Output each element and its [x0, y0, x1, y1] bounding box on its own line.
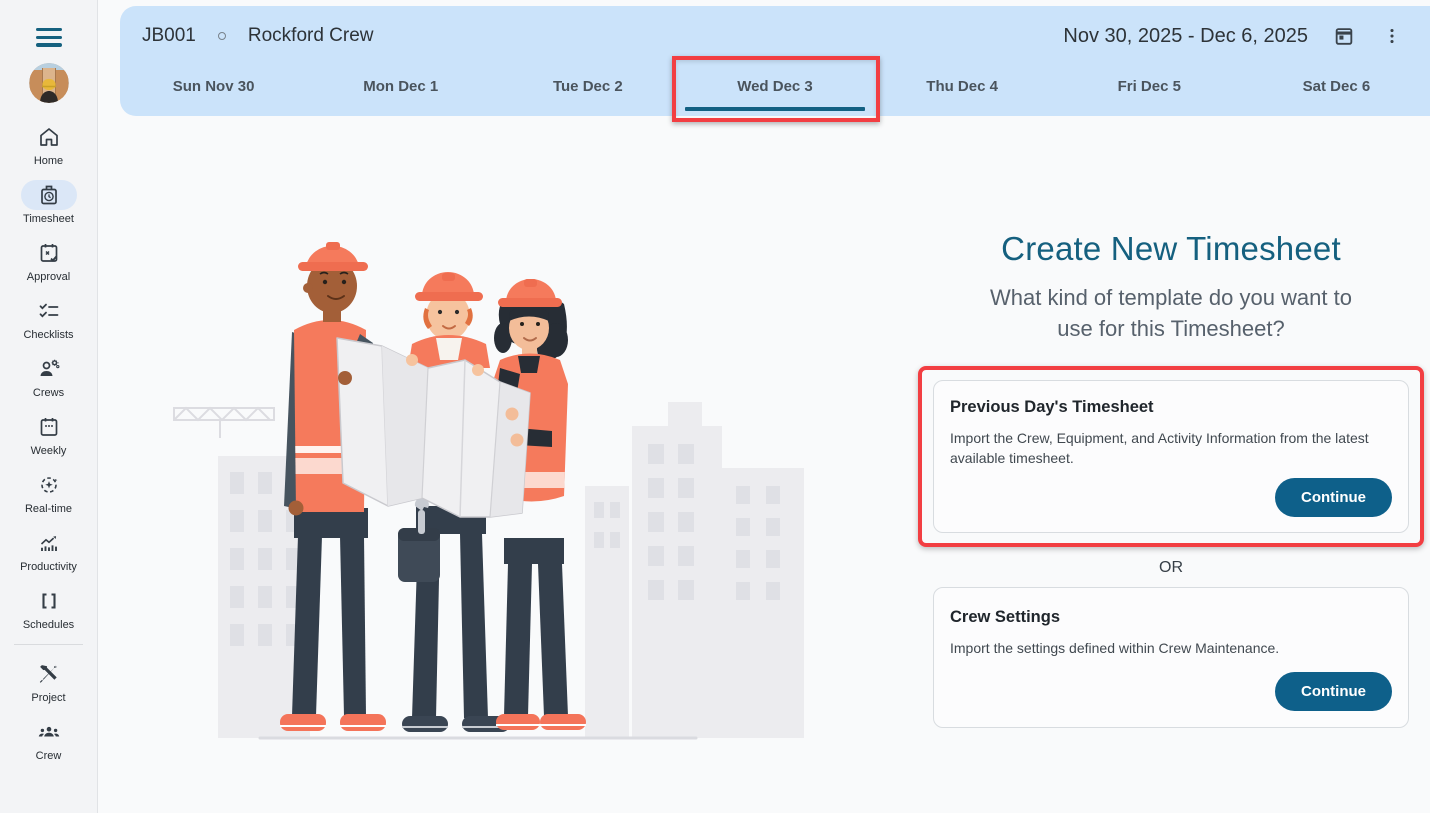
sidebar-item-realtime[interactable]: Real-time — [0, 463, 97, 521]
brackets-icon — [41, 592, 56, 609]
continue-button-crew-settings[interactable]: Continue — [1275, 672, 1392, 711]
illustration-construction-crew — [173, 242, 804, 740]
card-title: Previous Day's Timesheet — [950, 398, 1154, 416]
sidebar-item-weekly[interactable]: Weekly — [0, 405, 97, 463]
punch-clock-icon — [40, 185, 57, 204]
sidebar-item-label: Checklists — [23, 328, 74, 341]
sidebar-item-label: Crew — [35, 749, 62, 762]
user-avatar[interactable] — [28, 62, 69, 103]
calendar-approval-icon — [40, 243, 57, 262]
dot-separator-icon — [217, 32, 226, 40]
sidebar-item-label: Timesheet — [23, 212, 74, 225]
avatar-photo-construction-worker — [28, 62, 69, 103]
page-subtitle: What kind of template do you want to use… — [990, 285, 1352, 341]
or-separator: OR — [1159, 559, 1183, 576]
create-timesheet-panel: Create New Timesheet What kind of templa… — [918, 230, 1424, 728]
tab-wed-dec-3[interactable]: Wed Dec 3 — [672, 56, 880, 122]
realtime-sync-icon — [40, 476, 57, 493]
sidebar-item-label: Schedules — [22, 618, 75, 631]
person-gear-icon — [40, 359, 59, 376]
main-area: JB001 Rockford Crew Nov 30, 2025 - Dec 6… — [98, 0, 1430, 813]
tab-sat-dec-6[interactable]: Sat Dec 6 — [1243, 56, 1430, 116]
sidebar-item-home[interactable]: Home — [0, 115, 97, 173]
sidebar-item-approval[interactable]: Approval — [0, 231, 97, 289]
red-annotation-box-card: Previous Day's Timesheet Import the Crew… — [918, 366, 1424, 547]
day-tabs: Sun Nov 30 Mon Dec 1 Tue Dec 2 Wed Dec 3… — [120, 56, 1430, 122]
job-code: JB001 — [142, 25, 196, 46]
calendar-picker-icon[interactable] — [1332, 24, 1356, 48]
sidebar-item-checklists[interactable]: Checklists — [0, 289, 97, 347]
sidebar-item-project[interactable]: Project — [0, 652, 97, 710]
sidebar-item-crews[interactable]: Crews — [0, 347, 97, 405]
sidebar-item-timesheet[interactable]: Timesheet — [0, 173, 97, 231]
kebab-menu-icon[interactable] — [1380, 24, 1404, 48]
sidebar: Home Timesheet Approval Checklists Crews — [0, 0, 98, 813]
date-range: Nov 30, 2025 - Dec 6, 2025 — [1063, 24, 1308, 47]
card-title: Crew Settings — [950, 608, 1061, 626]
sidebar-item-label: Crews — [32, 386, 65, 399]
card-description: Import the Crew, Equipment, and Activity… — [950, 430, 1369, 466]
calendar-week-icon — [40, 417, 57, 436]
sidebar-item-label: Productivity — [20, 560, 77, 573]
tab-mon-dec-1[interactable]: Mon Dec 1 — [307, 56, 494, 116]
continue-button-previous-day[interactable]: Continue — [1275, 478, 1392, 517]
trend-chart-icon — [40, 535, 57, 551]
sidebar-item-label: Project — [31, 691, 66, 704]
sidebar-nav: Home Timesheet Approval Checklists Crews — [0, 115, 97, 768]
sidebar-item-schedules[interactable]: Schedules — [0, 579, 97, 637]
sidebar-item-label: Approval — [26, 270, 71, 283]
tab-sun-nov-30[interactable]: Sun Nov 30 — [120, 56, 307, 116]
sidebar-divider — [14, 643, 83, 645]
people-group-icon — [38, 726, 59, 737]
sidebar-item-productivity[interactable]: Productivity — [0, 521, 97, 579]
timesheet-header: JB001 Rockford Crew Nov 30, 2025 - Dec 6… — [120, 6, 1430, 122]
tab-fri-dec-5[interactable]: Fri Dec 5 — [1056, 56, 1243, 116]
crew-name: Rockford Crew — [247, 25, 374, 46]
card-description: Import the settings defined within Crew … — [950, 640, 1280, 656]
template-card-previous-day: Previous Day's Timesheet Import the Crew… — [933, 380, 1409, 533]
checklist-icon — [39, 303, 58, 318]
hamburger-menu-icon[interactable] — [35, 28, 62, 47]
home-icon — [39, 127, 58, 146]
app-window: Home Timesheet Approval Checklists Crews — [0, 0, 1430, 813]
page-title: Create New Timesheet — [1001, 230, 1341, 267]
sidebar-item-label: Weekly — [30, 444, 67, 457]
template-card-crew-settings: Crew Settings Import the settings define… — [933, 587, 1409, 728]
tools-icon — [39, 664, 57, 683]
sidebar-item-label: Real-time — [24, 502, 73, 515]
sidebar-item-label: Home — [33, 154, 64, 167]
sidebar-item-crew[interactable]: Crew — [0, 710, 97, 768]
tab-thu-dec-4[interactable]: Thu Dec 4 — [869, 56, 1056, 116]
tab-tue-dec-2[interactable]: Tue Dec 2 — [494, 56, 681, 116]
